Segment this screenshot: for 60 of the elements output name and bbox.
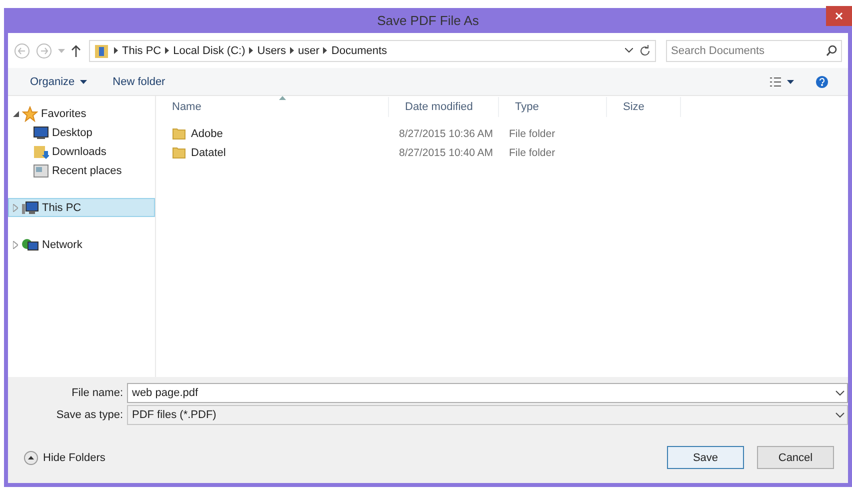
refresh-icon[interactable] — [639, 44, 651, 56]
network-icon — [21, 236, 39, 252]
save-button[interactable]: Save — [667, 446, 744, 469]
help-icon[interactable] — [816, 76, 828, 88]
search-field[interactable]: Search Documents — [666, 40, 842, 62]
column-header[interactable]: Type — [499, 97, 607, 117]
recent-places-icon — [33, 162, 49, 178]
breadcrumb[interactable]: Documents — [331, 44, 388, 56]
address-bar[interactable]: This PC Local Disk (C:) Users user Documents — [89, 40, 656, 62]
view-options-icon[interactable] — [770, 76, 794, 86]
breadcrumb[interactable]: Users — [257, 44, 286, 56]
new-folder-button[interactable]: New folder — [112, 74, 166, 90]
monitor-icon — [33, 126, 49, 140]
file-name[interactable]: Datatel — [191, 146, 226, 158]
sort-arrow-icon — [279, 96, 286, 100]
collapsed-arrow-icon[interactable] — [13, 240, 18, 248]
organize-button[interactable]: Organize — [30, 74, 87, 90]
hide-folders-button[interactable]: Hide Folders — [18, 450, 112, 466]
breadcrumb[interactable]: This PC — [122, 44, 162, 56]
chevron-up-circle-icon — [24, 450, 38, 464]
sidebar-item[interactable]: Favorites — [8, 104, 155, 123]
folder-icon — [172, 127, 186, 140]
sidebar-item[interactable]: Desktop — [8, 123, 155, 142]
sidebar-item[interactable]: This PC — [8, 198, 155, 217]
chevron-right-icon — [290, 47, 294, 54]
folder-icon — [172, 146, 186, 159]
search-icon — [826, 44, 837, 56]
chevron-right-icon — [249, 47, 254, 54]
table-cell-text: File folder — [508, 128, 556, 140]
computer-icon — [21, 200, 39, 214]
file-type-dropdown[interactable]: PDF files (*.PDF) — [127, 405, 848, 425]
close-icon — [835, 12, 843, 20]
column-header[interactable]: Name — [156, 97, 389, 117]
expanded-arrow-icon[interactable] — [13, 110, 19, 116]
chevron-right-icon — [323, 47, 328, 54]
star-icon — [22, 106, 38, 122]
caret-icon — [80, 80, 87, 84]
download-folder-icon — [33, 144, 49, 160]
breadcrumb[interactable]: Local Disk (C:) — [173, 44, 246, 56]
table-cell-text: 8/27/2015 10:40 AM — [398, 146, 494, 158]
cancel-button[interactable]: Cancel — [757, 446, 834, 469]
field-label: Save as type: — [55, 409, 123, 421]
sidebar-item[interactable]: Recent places — [8, 161, 155, 180]
sidebar-item[interactable]: Downloads — [8, 142, 155, 161]
sidebar-item[interactable]: Network — [8, 235, 155, 254]
table-cell-text: File folder — [508, 146, 556, 158]
column-header[interactable]: Size — [607, 97, 681, 117]
file-name-field[interactable]: web page.pdf — [127, 383, 848, 403]
folder-icon — [94, 42, 110, 58]
breadcrumb[interactable]: user — [298, 44, 320, 56]
chevron-right-icon — [114, 47, 118, 54]
field-label: File name: — [70, 387, 123, 399]
window-title: Save PDF File As — [377, 13, 479, 28]
chevron-right-icon — [165, 47, 170, 54]
table-cell-text: 8/27/2015 10:36 AM — [398, 128, 494, 140]
chevron-down-icon[interactable] — [625, 48, 633, 53]
up-arrow-icon[interactable] — [71, 44, 81, 56]
close-button[interactable] — [826, 6, 852, 26]
file-name[interactable]: Adobe — [191, 128, 223, 140]
column-header[interactable]: Date modified — [389, 97, 499, 117]
